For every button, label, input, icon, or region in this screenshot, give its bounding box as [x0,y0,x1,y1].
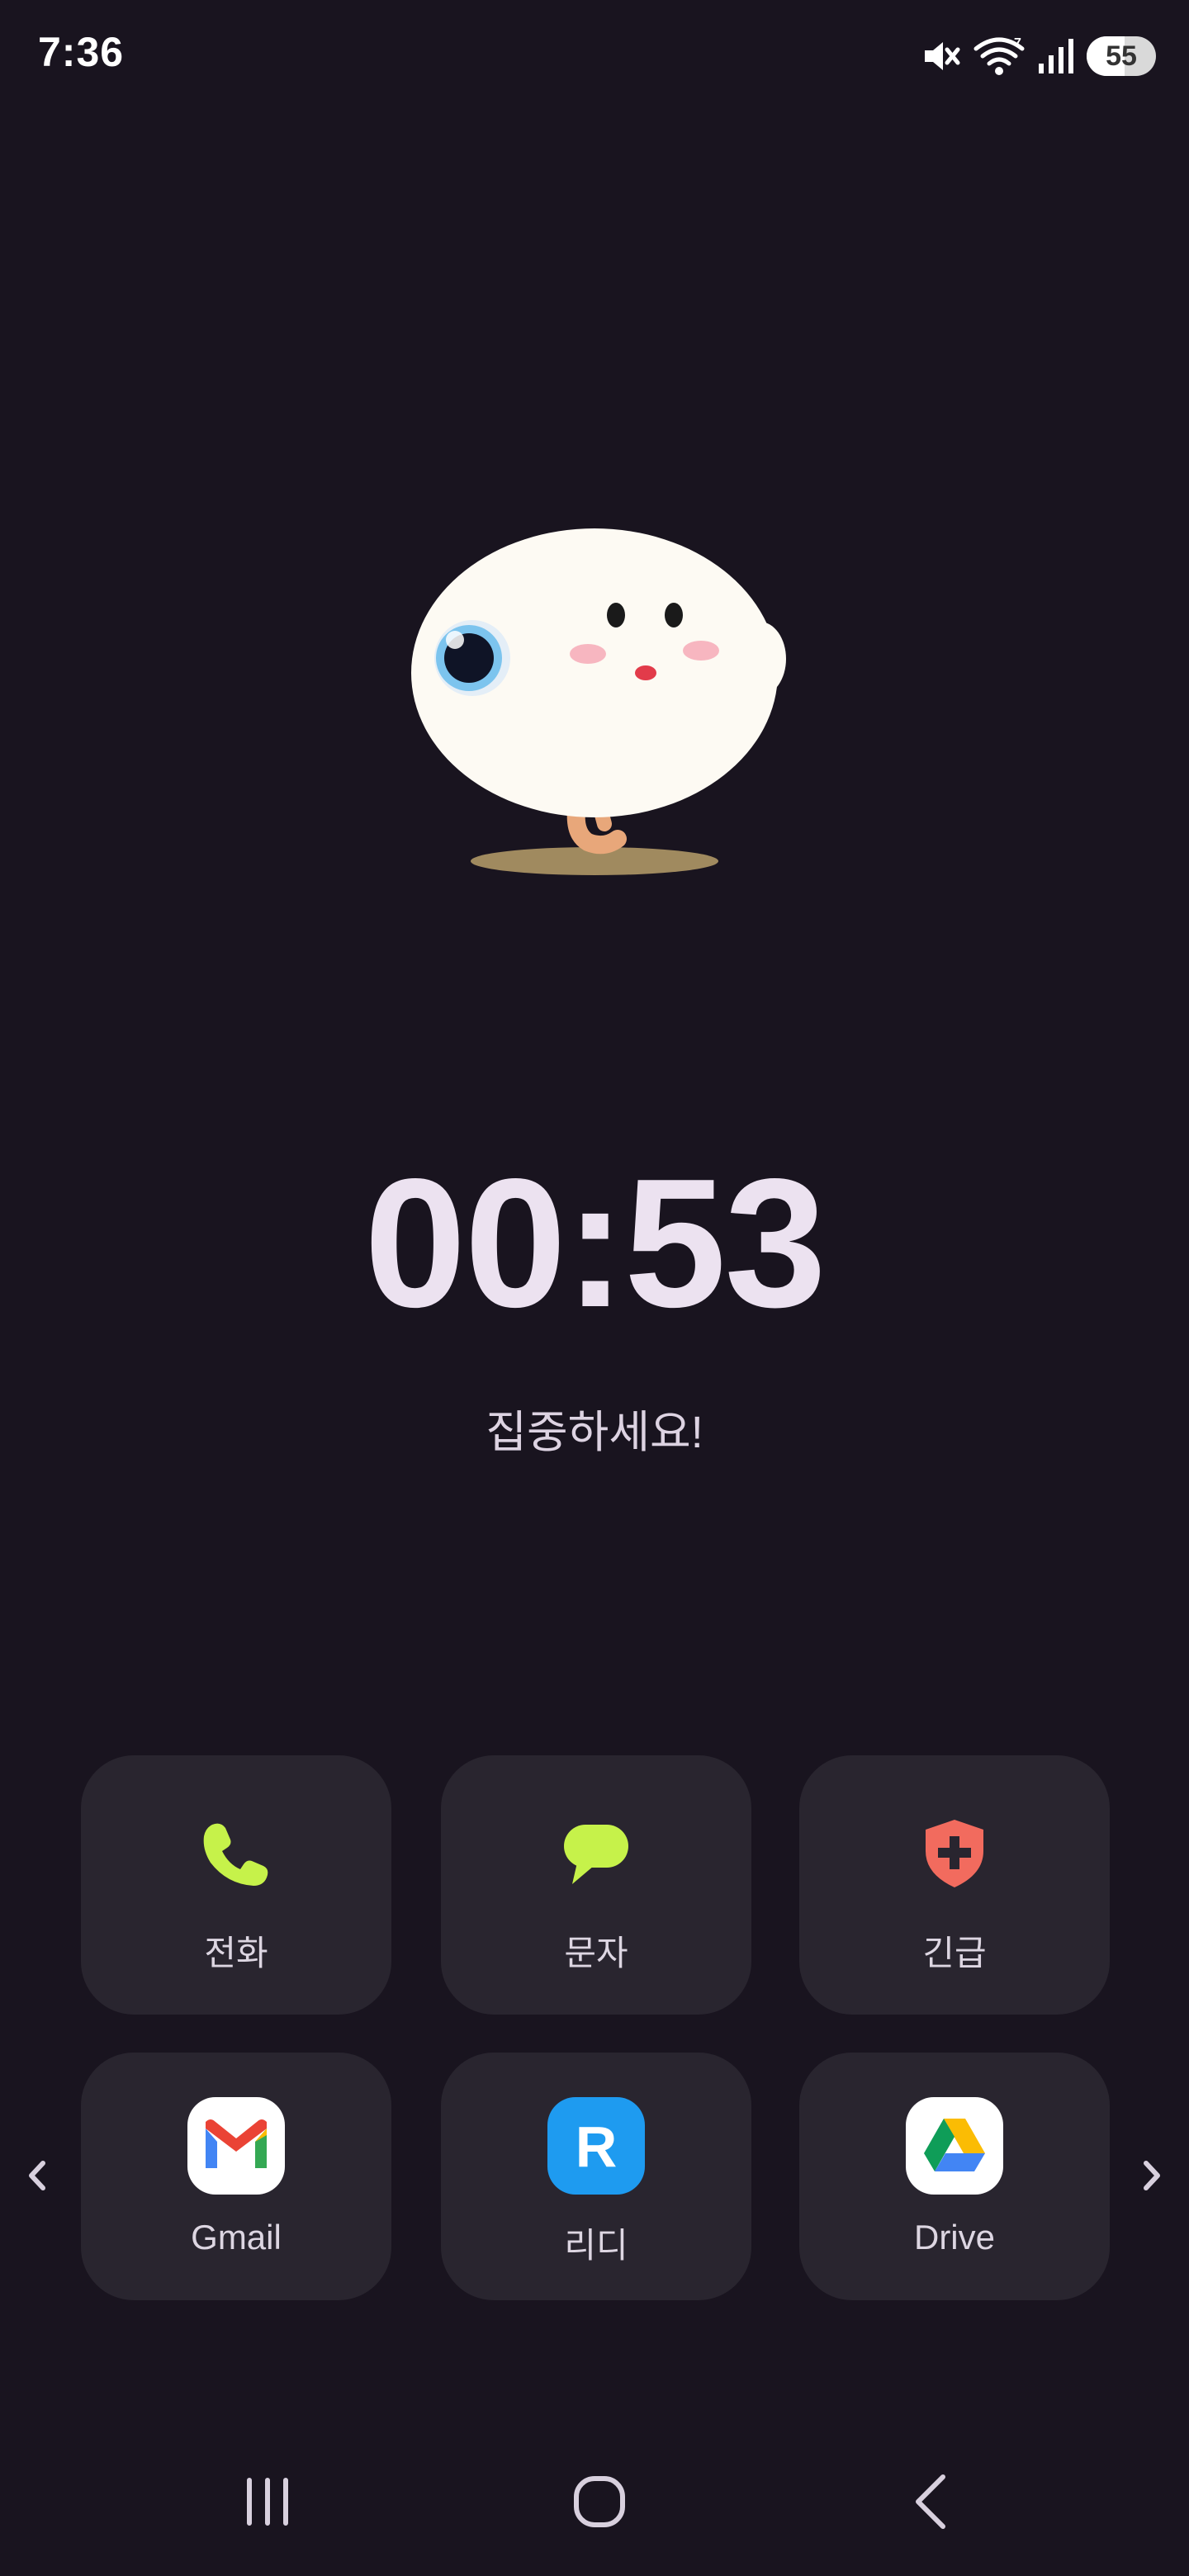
gmail-icon [187,2097,285,2195]
emergency-label: 긴급 [922,1934,987,1972]
ridi-label: 리디 [564,2226,628,2265]
system-navigation-bar [0,2469,1189,2576]
message-icon [564,1825,628,1884]
drive-app-button[interactable]: Drive [799,2053,1110,2300]
battery-level: 55 [1106,40,1137,72]
recent-apps-icon[interactable] [218,2469,317,2535]
message-button[interactable]: 문자 [441,1755,751,2015]
ridi-icon: R [547,2097,645,2195]
emergency-button[interactable]: 긴급 [799,1755,1110,2015]
message-label: 문자 [564,1934,628,1972]
wifi-icon: 7 [973,36,1025,75]
focus-timer: 00:53 [364,1141,827,1346]
back-icon[interactable] [882,2469,981,2535]
battery-icon: 55 [1087,36,1156,76]
status-time: 7:36 [38,29,125,75]
egg-mascot-illustration [411,528,786,875]
phone-button[interactable]: 전화 [81,1755,391,2015]
gmail-label: Gmail [191,2218,282,2256]
status-bar: 7:36 7 55 [0,0,1189,116]
status-icons: 7 55 [920,31,1156,81]
signal-icon [1039,39,1073,73]
chevron-left-icon[interactable] [17,2155,58,2196]
svg-text:7: 7 [1014,36,1021,50]
chevron-right-icon[interactable] [1131,2155,1172,2196]
mute-icon [925,42,960,70]
phone-label: 전화 [204,1934,268,1972]
drive-label: Drive [913,2218,995,2256]
svg-text:R: R [576,2114,618,2179]
phone-icon [203,1823,268,1886]
emergency-shield-icon [926,1820,983,1887]
home-icon[interactable] [550,2469,649,2535]
drive-icon [906,2097,1003,2195]
focus-message: 집중하세요! [486,1408,703,1457]
gmail-app-button[interactable]: Gmail [81,2053,391,2300]
ridi-app-button[interactable]: R 리디 [441,2053,751,2300]
